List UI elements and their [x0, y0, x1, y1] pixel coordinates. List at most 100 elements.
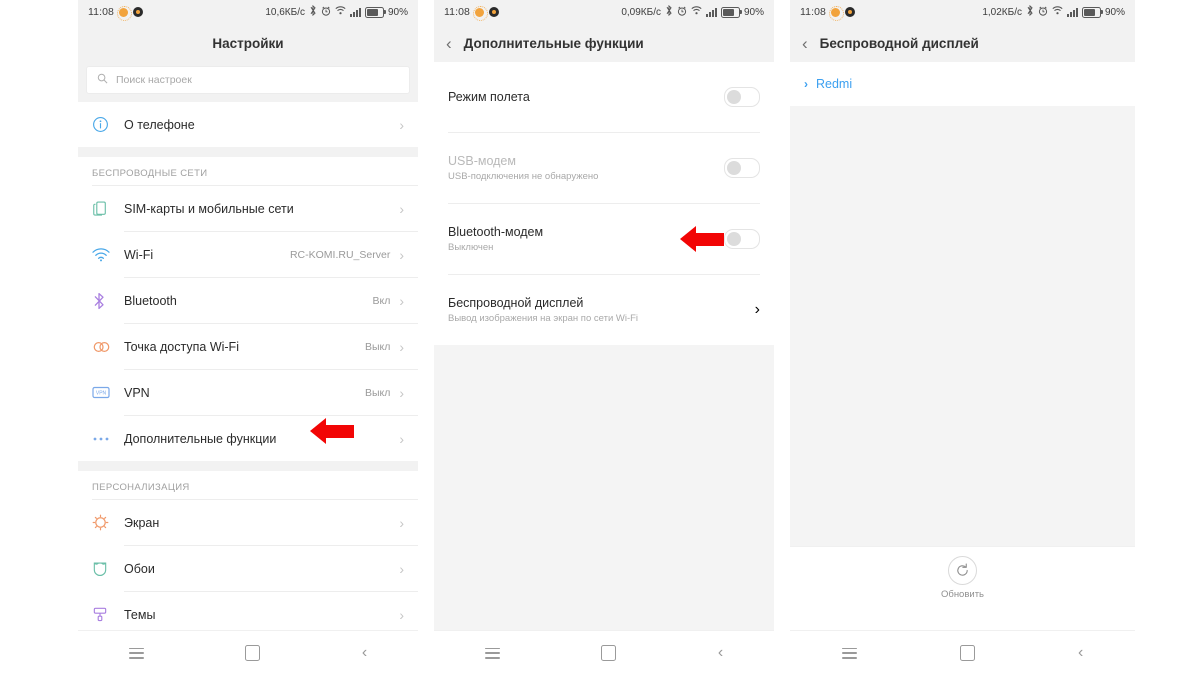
- back-icon[interactable]: ‹: [1078, 645, 1083, 661]
- airplane-mode-toggle[interactable]: [724, 87, 760, 107]
- brightness-icon: [829, 5, 844, 21]
- home-icon[interactable]: [245, 645, 261, 661]
- sidebar-item-sim-cards[interactable]: SIM-карты и мобильные сети ›: [78, 186, 418, 231]
- sidebar-item-wallpaper[interactable]: Обои ›: [78, 546, 418, 591]
- battery-icon: [364, 6, 386, 18]
- menu-icon[interactable]: [484, 647, 500, 659]
- sidebar-item-label: Темы: [124, 607, 156, 622]
- status-time: 11:08: [444, 6, 470, 18]
- row-text: USB-модем USB-подключения не обнаружено: [448, 154, 598, 182]
- back-icon[interactable]: ‹: [718, 645, 723, 661]
- search-icon: [97, 71, 108, 89]
- page-title: Дополнительные функции: [463, 35, 644, 51]
- settings-group-personalization: ПЕРСОНАЛИЗАЦИЯ Экран › Обои › Темы ›: [78, 471, 418, 638]
- chevron-right-icon: ›: [399, 246, 404, 263]
- row-title: Режим полета: [448, 90, 530, 104]
- sidebar-item-additional-settings[interactable]: Дополнительные функции ›: [78, 416, 418, 461]
- battery-percent: 90%: [387, 6, 408, 18]
- group-separator: [78, 147, 418, 157]
- back-chevron-icon[interactable]: ‹: [446, 35, 452, 52]
- back-icon[interactable]: ‹: [362, 645, 367, 661]
- brightness-icon: [117, 5, 132, 21]
- chevron-right-icon: ›: [399, 430, 404, 447]
- system-navigation-bar-3: ‹: [790, 630, 1135, 675]
- red-arrow-2: [680, 226, 726, 253]
- group-header-wireless: БЕСПРОВОДНЫЕ СЕТИ: [78, 157, 418, 185]
- wifi-icon: [1052, 6, 1063, 18]
- chevron-right-icon: ›: [399, 384, 404, 401]
- chevron-right-icon: ›: [399, 606, 404, 623]
- bluetooth-tethering-toggle[interactable]: [724, 229, 760, 249]
- row-text: Режим полета: [448, 90, 530, 104]
- menu-icon[interactable]: [128, 647, 144, 659]
- status-network-speed: 1,02КБ/c: [982, 6, 1022, 18]
- list-item-device-redmi[interactable]: › Redmi: [790, 62, 1135, 106]
- chevron-right-icon: ›: [754, 301, 760, 318]
- sidebar-item-label: VPN: [124, 385, 150, 400]
- settings-group-wireless: БЕСПРОВОДНЫЕ СЕТИ SIM-карты и мобильные …: [78, 157, 418, 461]
- home-icon[interactable]: [601, 645, 617, 661]
- chevron-right-icon: ›: [399, 560, 404, 577]
- page-title: Настройки: [212, 35, 284, 51]
- menu-icon[interactable]: [841, 647, 857, 659]
- system-navigation-bar-2: ‹: [434, 630, 774, 675]
- wallpaper-icon: [92, 560, 124, 577]
- phone-panel-wireless-display: 11:08 1,02КБ/c 90% ‹ Беспроводной диспле…: [790, 0, 1135, 675]
- back-chevron-icon[interactable]: ‹: [802, 35, 808, 52]
- setting-row-airplane-mode[interactable]: Режим полета: [434, 62, 774, 132]
- usb-tethering-toggle[interactable]: [724, 158, 760, 178]
- refresh-button[interactable]: Обновить: [790, 546, 1135, 609]
- setting-row-usb-tethering[interactable]: USB-модем USB-подключения не обнаружено: [434, 133, 774, 203]
- sidebar-item-label: Wi-Fi: [124, 247, 154, 262]
- status-bar-left: 11:08: [88, 5, 143, 21]
- sidebar-item-hotspot[interactable]: Точка доступа Wi-Fi Выкл ›: [78, 324, 418, 369]
- alarm-icon: [1038, 6, 1048, 19]
- setting-row-wireless-display[interactable]: Беспроводной дисплей Вывод изображения н…: [434, 275, 774, 345]
- sidebar-item-about-phone[interactable]: О телефоне ›: [78, 102, 418, 147]
- sidebar-item-vpn[interactable]: VPN VPN Выкл ›: [78, 370, 418, 415]
- hotspot-icon: [92, 340, 124, 354]
- sidebar-item-display[interactable]: Экран ›: [78, 500, 418, 545]
- sidebar-item-label: Дополнительные функции: [124, 431, 277, 446]
- system-navigation-bar-1: ‹: [78, 630, 418, 675]
- home-icon[interactable]: [959, 645, 975, 661]
- row-subtitle: Вывод изображения на экран по сети Wi-Fi: [448, 313, 639, 324]
- sidebar-item-bluetooth[interactable]: Bluetooth Вкл ›: [78, 278, 418, 323]
- search-placeholder: Поиск настроек: [116, 74, 192, 86]
- sidebar-item-value: Выкл: [364, 386, 391, 399]
- arrow-shaft: [694, 233, 724, 246]
- page-title: Беспроводной дисплей: [819, 35, 979, 51]
- status-bar-right: 10,6КБ/c 90%: [265, 5, 408, 19]
- info-icon: [92, 116, 124, 133]
- status-network-speed: 0,09КБ/c: [621, 6, 661, 18]
- row-control: [724, 87, 760, 107]
- status-bar-3: 11:08 1,02КБ/c 90%: [790, 0, 1135, 24]
- signal-icon: [349, 7, 361, 17]
- status-network-speed: 10,6КБ/c: [265, 6, 305, 18]
- more-dots-icon: [92, 436, 124, 442]
- battery-icon: [720, 6, 742, 18]
- sidebar-item-label: Bluetooth: [124, 293, 177, 308]
- wifi-icon: [335, 6, 346, 18]
- themes-icon: [92, 606, 124, 623]
- phone-panel-additional-settings: 11:08 0,09КБ/c 90% ‹ Дополнительные функ…: [434, 0, 774, 675]
- display-icon: [92, 514, 124, 531]
- sidebar-item-wifi[interactable]: Wi-Fi RC-KOMI.RU_Server ›: [78, 232, 418, 277]
- search-bar-container: Поиск настроек: [78, 62, 418, 102]
- sidebar-item-value: RC-KOMI.RU_Server: [289, 248, 391, 261]
- wifi-icon: [92, 247, 124, 262]
- row-subtitle: USB-подключения не обнаружено: [448, 171, 599, 182]
- status-bar-left: 11:08: [444, 5, 499, 21]
- chevron-right-icon: ›: [399, 200, 404, 217]
- battery-percent: 90%: [743, 6, 764, 18]
- arrow-shaft: [324, 425, 354, 438]
- screenshot-stage: 11:08 10,6КБ/c 90% Настройки Поиск настр…: [0, 0, 1200, 675]
- bluetooth-icon: [309, 5, 317, 19]
- status-time: 11:08: [88, 6, 114, 18]
- sidebar-item-label: Точка доступа Wi-Fi: [124, 339, 239, 354]
- wifi-icon: [691, 6, 702, 18]
- search-input[interactable]: Поиск настроек: [86, 66, 410, 94]
- refresh-icon: [948, 556, 977, 585]
- bluetooth-icon: [1026, 5, 1034, 19]
- page-title-bar-2: ‹ Дополнительные функции: [434, 24, 774, 62]
